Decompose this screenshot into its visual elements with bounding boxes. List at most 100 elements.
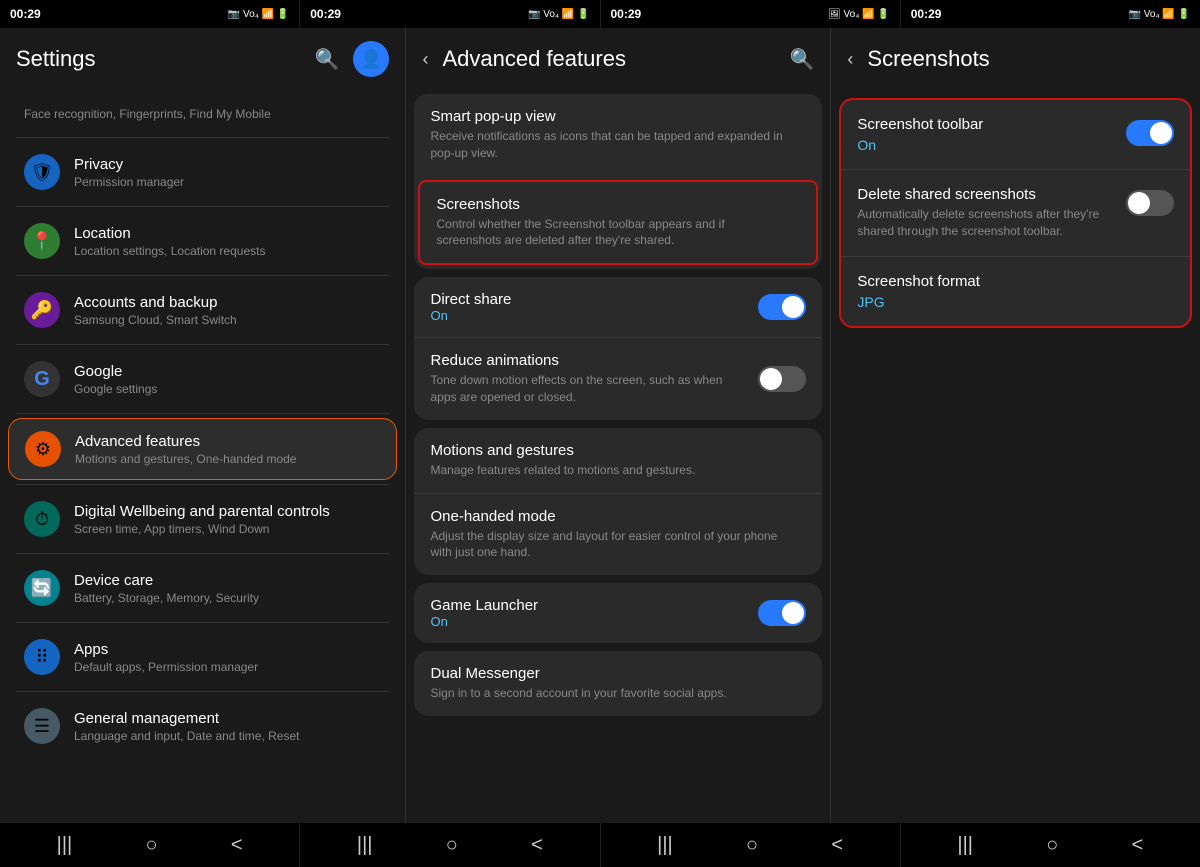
back-btn-4[interactable]: < <box>1124 826 1152 865</box>
recent-btn-4[interactable]: ||| <box>949 826 981 865</box>
recent-btn-3[interactable]: ||| <box>649 826 681 865</box>
wellbeing-subtitle: Screen time, App timers, Wind Down <box>74 522 381 536</box>
status-bar-1: 00:29 📷 Vo₄ 📶 🔋 <box>0 0 300 28</box>
panels: Settings 🔍 👤 Face recognition, Fingerpri… <box>0 28 1200 823</box>
search-icon[interactable]: 🔍 <box>315 47 340 72</box>
sidebar-item-privacy[interactable]: 🛡 Privacy Permission manager <box>8 142 397 202</box>
home-btn-4[interactable]: ○ <box>1038 826 1066 865</box>
reduce-animations-knob <box>760 368 782 390</box>
separator-8 <box>16 622 389 623</box>
wellbeing-icon: ⏱ <box>24 501 60 537</box>
privacy-icon: 🛡 <box>24 154 60 190</box>
reduce-animations-item[interactable]: Reduce animations Tone down motion effec… <box>414 337 822 420</box>
reduce-animations-toggle[interactable] <box>758 366 806 392</box>
device-care-title: Device care <box>74 572 381 589</box>
delete-shared-title: Delete shared screenshots <box>857 186 1116 203</box>
recent-btn-2[interactable]: ||| <box>349 826 381 865</box>
advanced-icon: ⚙ <box>25 431 61 467</box>
back-btn-3[interactable]: < <box>823 826 851 865</box>
wellbeing-title: Digital Wellbeing and parental controls <box>74 503 381 520</box>
apps-title: Apps <box>74 641 381 658</box>
reduce-animations-subtitle: Tone down motion effects on the screen, … <box>430 372 748 406</box>
smart-popup-item[interactable]: Smart pop-up view Receive notifications … <box>414 94 822 176</box>
direct-share-toggle[interactable] <box>758 294 806 320</box>
sidebar-item-device-care[interactable]: 🔄 Device care Battery, Storage, Memory, … <box>8 558 397 618</box>
general-title: General management <box>74 710 381 727</box>
sidebar-item-face[interactable]: Face recognition, Fingerprints, Find My … <box>8 93 397 133</box>
direct-share-knob <box>782 296 804 318</box>
location-title: Location <box>74 225 381 242</box>
advanced-title: Advanced features <box>75 433 380 450</box>
google-title: Google <box>74 363 381 380</box>
screenshots-subtitle: Control whether the Screenshot toolbar a… <box>436 216 790 250</box>
time-4: 00:29 <box>911 7 942 21</box>
back-arrow-advanced[interactable]: ‹ <box>422 49 428 70</box>
screenshot-format-title: Screenshot format <box>857 273 1174 290</box>
game-launcher-toggle[interactable] <box>758 600 806 626</box>
advanced-header: ‹ Advanced features 🔍 <box>406 28 830 88</box>
status-bar-3: 00:29 🖼 Vo₄ 📶 🔋 <box>601 0 901 28</box>
time-1: 00:29 <box>10 7 41 21</box>
screenshot-format-value: JPG <box>857 294 1174 310</box>
smart-popup-title: Smart pop-up view <box>430 108 796 125</box>
home-btn-3[interactable]: ○ <box>738 826 766 865</box>
settings-list: Face recognition, Fingerprints, Find My … <box>0 88 405 823</box>
search-icon-advanced[interactable]: 🔍 <box>789 47 814 72</box>
accounts-subtitle: Samsung Cloud, Smart Switch <box>74 313 381 327</box>
separator-6 <box>16 484 389 485</box>
screenshot-toolbar-toggle[interactable] <box>1126 120 1174 146</box>
bottom-nav-4: ||| ○ < <box>901 823 1200 867</box>
feature-card-2: Direct share On Reduce animations Tone d… <box>414 277 822 420</box>
sidebar-item-location[interactable]: 📍 Location Location settings, Location r… <box>8 211 397 271</box>
delete-shared-item[interactable]: Delete shared screenshots Automatically … <box>841 169 1190 256</box>
sidebar-item-general[interactable]: ☰ General management Language and input,… <box>8 696 397 756</box>
sidebar-item-google[interactable]: G Google Google settings <box>8 349 397 409</box>
game-launcher-item[interactable]: Game Launcher On <box>414 583 822 643</box>
sidebar-item-accounts[interactable]: 🔑 Accounts and backup Samsung Cloud, Sma… <box>8 280 397 340</box>
separator-5 <box>16 413 389 414</box>
screenshots-item[interactable]: Screenshots Control whether the Screensh… <box>418 180 818 266</box>
profile-avatar[interactable]: 👤 <box>353 41 389 77</box>
device-care-subtitle: Battery, Storage, Memory, Security <box>74 591 381 605</box>
feature-card-5: Dual Messenger Sign in to a second accou… <box>414 651 822 716</box>
reduce-animations-title: Reduce animations <box>430 352 748 369</box>
sidebar-item-advanced[interactable]: ⚙ Advanced features Motions and gestures… <box>8 418 397 480</box>
home-btn-1[interactable]: ○ <box>138 826 166 865</box>
recent-btn-1[interactable]: ||| <box>49 826 81 865</box>
bottom-bars: ||| ○ < ||| ○ < ||| ○ < ||| ○ < <box>0 823 1200 867</box>
one-handed-item[interactable]: One-handed mode Adjust the display size … <box>414 493 822 576</box>
google-icon: G <box>24 361 60 397</box>
screenshots-settings-card: Screenshot toolbar On Delete shared scre… <box>839 98 1192 328</box>
motions-item[interactable]: Motions and gestures Manage features rel… <box>414 428 822 493</box>
screenshot-format-item[interactable]: Screenshot format JPG <box>841 256 1190 326</box>
status-bar-4: 00:29 📷 Vo₄ 📶 🔋 <box>901 0 1200 28</box>
location-subtitle: Location settings, Location requests <box>74 244 381 258</box>
separator-1 <box>16 137 389 138</box>
screenshots-content: Screenshot toolbar On Delete shared scre… <box>831 88 1200 823</box>
face-label: Face recognition, Fingerprints, Find My … <box>24 107 381 121</box>
screenshot-toolbar-knob <box>1150 122 1172 144</box>
delete-shared-toggle[interactable] <box>1126 190 1174 216</box>
google-subtitle: Google settings <box>74 382 381 396</box>
advanced-feature-list: Smart pop-up view Receive notifications … <box>406 88 830 823</box>
separator-3 <box>16 275 389 276</box>
sidebar-item-wellbeing[interactable]: ⏱ Digital Wellbeing and parental control… <box>8 489 397 549</box>
status-icons-1: 📷 Vo₄ 📶 🔋 <box>228 9 289 20</box>
back-btn-1[interactable]: < <box>223 826 251 865</box>
delete-shared-knob <box>1128 192 1150 214</box>
screenshot-toolbar-title: Screenshot toolbar <box>857 116 1126 133</box>
dual-messenger-item[interactable]: Dual Messenger Sign in to a second accou… <box>414 651 822 716</box>
sidebar-item-apps[interactable]: ⠿ Apps Default apps, Permission manager <box>8 627 397 687</box>
back-arrow-screenshots[interactable]: ‹ <box>847 49 853 70</box>
status-icons-4: 📷 Vo₄ 📶 🔋 <box>1129 9 1190 20</box>
status-icons-3: 🖼 Vo₄ 📶 🔋 <box>828 9 890 20</box>
general-icon: ☰ <box>24 708 60 744</box>
advanced-panel-title: Advanced features <box>442 46 625 72</box>
direct-share-item[interactable]: Direct share On <box>414 277 822 337</box>
screenshot-toolbar-item[interactable]: Screenshot toolbar On <box>841 100 1190 169</box>
accounts-icon: 🔑 <box>24 292 60 328</box>
screenshots-header: ‹ Screenshots <box>831 28 1200 88</box>
advanced-subtitle: Motions and gestures, One-handed mode <box>75 452 380 466</box>
back-btn-2[interactable]: < <box>523 826 551 865</box>
home-btn-2[interactable]: ○ <box>438 826 466 865</box>
